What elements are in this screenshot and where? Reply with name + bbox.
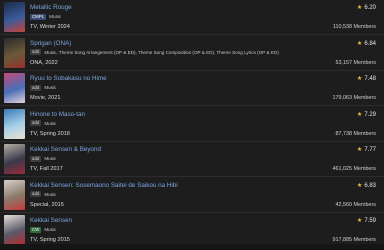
meta-line: add Music (30, 191, 56, 198)
score-value: 6.20 (364, 5, 376, 11)
cover-image[interactable] (4, 215, 25, 245)
member-count: 461,025 Members (332, 166, 376, 172)
add-to-list-button[interactable]: add (30, 84, 42, 91)
meta-line: CW Music (30, 226, 56, 233)
star-icon: ★ (356, 5, 363, 11)
list-item: Hinone to Maso-tan add Music TV, Spring … (0, 107, 384, 142)
score: ★ 6.84 (357, 40, 376, 47)
footer-bar (0, 244, 384, 250)
list-item: Metallic Rouge CMPL Music TV, Winter 202… (0, 0, 384, 35)
type-season: ONA, 2022 (30, 59, 58, 66)
anime-title-link[interactable]: Hinone to Maso-tan (30, 111, 85, 118)
theme-text: Music (44, 85, 57, 90)
add-to-list-button[interactable]: add (30, 120, 42, 126)
star-icon: ★ (356, 218, 363, 224)
meta-line: add Music (30, 120, 56, 127)
score: ★ 7.29 (357, 111, 376, 118)
add-to-list-button[interactable]: add (30, 155, 42, 162)
meta-line: add Music (30, 84, 56, 91)
type-season: TV, Spring 2018 (30, 130, 70, 137)
star-icon: ★ (356, 147, 363, 153)
member-count: 179,063 Members (332, 95, 376, 101)
score-value: 7.77 (364, 147, 376, 153)
score: ★ 6.83 (357, 182, 376, 189)
theme-text: Music (44, 227, 57, 232)
anime-title-link[interactable]: Kekkai Sensen & Beyond (30, 146, 101, 153)
theme-text: Music (44, 120, 57, 126)
theme-text: Music, Theme Song Arrangement (OP & ED),… (44, 49, 279, 55)
score-value: 7.29 (364, 111, 376, 118)
list-item: Kekkai Sensen: Sosemaono Saitei de Saiko… (0, 178, 384, 213)
add-to-list-button[interactable]: add (30, 191, 42, 197)
anime-title-link[interactable]: Kekkai Sensen: Sosemaono Saitei de Saiko… (30, 182, 178, 189)
member-count: 42,560 Members (335, 201, 376, 208)
member-count: 110,538 Members (332, 24, 376, 30)
score-value: 6.83 (364, 182, 376, 189)
list-status-badge[interactable]: CW (30, 226, 42, 233)
anime-title-link[interactable]: Sprigan (ONA) (30, 40, 71, 47)
score: ★ 7.59 (357, 217, 376, 224)
member-count: 87,738 Members (335, 130, 376, 137)
member-count: 917,885 Members (332, 237, 376, 243)
type-season: Special, 2015 (30, 201, 64, 208)
star-icon: ★ (356, 76, 363, 82)
theme-text: Music (44, 156, 57, 161)
list-item: Ryuu to Sobakasu no Hime add Music Movie… (0, 71, 384, 106)
anime-title-link[interactable]: Ryuu to Sobakasu no Hime (30, 75, 107, 82)
type-season: TV, Spring 2015 (30, 237, 70, 243)
cover-image[interactable] (4, 179, 25, 210)
score: ★ 7.48 (357, 75, 376, 82)
theme-text: Music (49, 14, 62, 19)
member-count: 53,157 Members (335, 59, 376, 66)
anime-list: Metallic Rouge CMPL Music TV, Winter 202… (0, 0, 384, 249)
list-status-badge[interactable]: CMPL (30, 13, 47, 20)
meta-line: CMPL Music (30, 13, 61, 20)
theme-text: Music (44, 191, 57, 197)
type-season: Movie, 2021 (30, 95, 61, 101)
score-value: 6.84 (364, 40, 376, 47)
cover-image[interactable] (4, 37, 25, 68)
score: ★ 6.20 (357, 4, 376, 11)
score-value: 7.59 (364, 218, 376, 224)
score: ★ 7.77 (357, 146, 376, 153)
cover-image[interactable] (4, 144, 25, 174)
list-item: Kekkai Sensen & Beyond add Music TV, Fal… (0, 142, 384, 177)
list-item: Sprigan (ONA) add Music, Theme Song Arra… (0, 36, 384, 71)
star-icon: ★ (356, 182, 363, 189)
cover-image[interactable] (4, 73, 25, 103)
anime-title-link[interactable]: Metallic Rouge (30, 4, 72, 11)
meta-line: add Music, Theme Song Arrangement (OP & … (30, 49, 279, 56)
meta-line: add Music (30, 155, 56, 162)
anime-title-link[interactable]: Kekkai Sensen (30, 217, 72, 224)
cover-image[interactable] (4, 108, 25, 139)
cover-image[interactable] (4, 2, 25, 32)
list-item: Kekkai Sensen CW Music TV, Spring 2015 ★… (0, 213, 384, 248)
type-season: TV, Winter 2024 (30, 24, 70, 30)
star-icon: ★ (356, 40, 363, 47)
add-to-list-button[interactable]: add (30, 49, 42, 55)
type-season: TV, Fall 2017 (30, 166, 63, 172)
score-value: 7.48 (364, 76, 376, 82)
star-icon: ★ (356, 111, 363, 118)
